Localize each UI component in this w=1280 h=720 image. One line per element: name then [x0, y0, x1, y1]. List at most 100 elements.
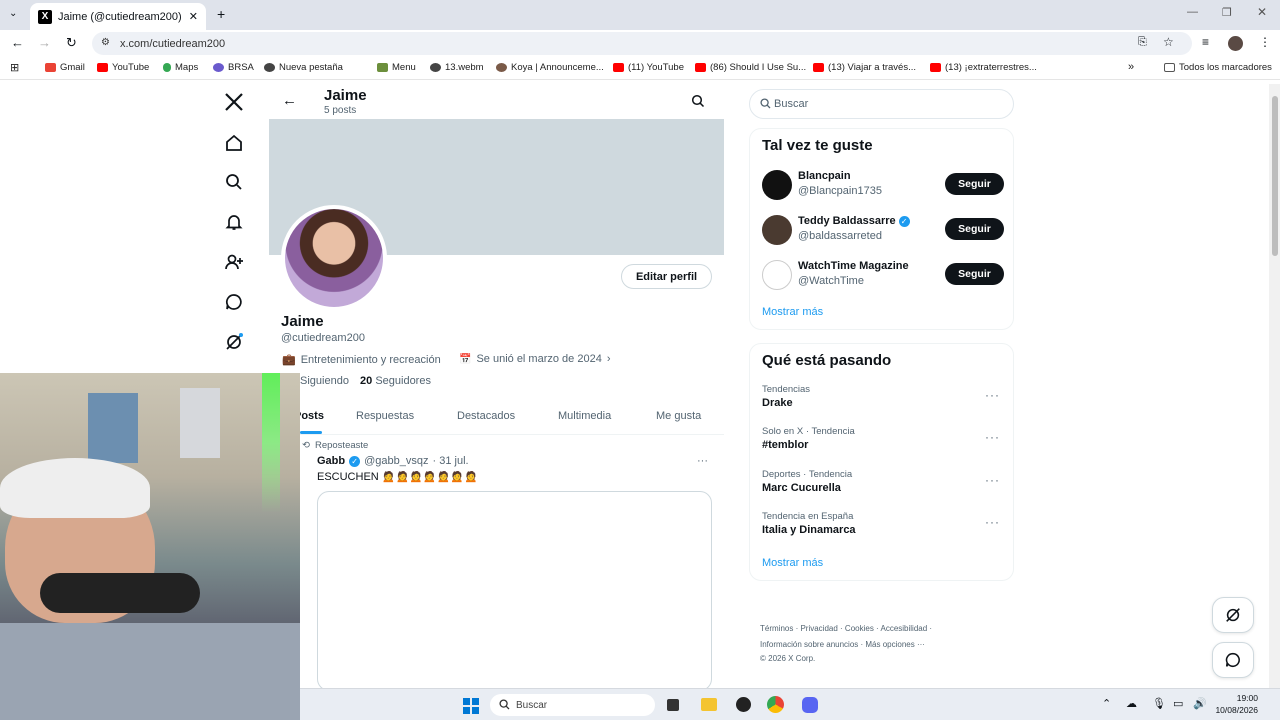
- scrollbar-thumb[interactable]: [1272, 96, 1278, 256]
- back-arrow-icon[interactable]: ←: [282, 92, 297, 109]
- folder-icon: [1164, 63, 1175, 72]
- messages-chat-icon[interactable]: [222, 290, 246, 314]
- suggestion-item[interactable]: Blancpain @Blancpain1735 Seguir: [762, 168, 1004, 202]
- followers-label: Seguidores: [375, 375, 431, 387]
- trend-item[interactable]: Tendencias Drake ···: [762, 384, 1004, 418]
- windows-start-icon[interactable]: [463, 698, 479, 714]
- bookmark-koya[interactable]: Koya | Announceme...: [496, 62, 604, 73]
- edit-profile-button[interactable]: Editar perfil: [621, 264, 712, 289]
- cloud-sync-icon[interactable]: ☁: [1126, 697, 1137, 710]
- webcam-poster: [88, 393, 138, 463]
- bookmarks-overflow-icon[interactable]: »: [1128, 61, 1134, 73]
- search-input[interactable]: Buscar: [749, 89, 1014, 119]
- app-icon[interactable]: [736, 697, 751, 712]
- bookmark-webm[interactable]: 13.webm: [430, 62, 484, 73]
- grok-icon[interactable]: [222, 330, 246, 354]
- explore-search-icon[interactable]: [222, 170, 246, 194]
- close-tab-icon[interactable]: ✕: [189, 10, 198, 23]
- messages-fab-button[interactable]: [1212, 642, 1254, 678]
- url-input[interactable]: ⚙ x.com/cutiedream200: [92, 32, 1192, 55]
- bookmark-youtube-86[interactable]: (86) Should I Use Su...: [695, 62, 806, 73]
- bookmark-youtube-13b[interactable]: (13) ¡extraterrestres...: [930, 62, 1037, 73]
- bookmark-youtube-13a[interactable]: (13) Viajar a través...: [813, 62, 916, 73]
- follow-add-user-icon[interactable]: [222, 250, 246, 274]
- taskbar-time[interactable]: 19:00: [1230, 693, 1258, 703]
- post-author[interactable]: Gabb: [317, 455, 345, 467]
- taskbar-date[interactable]: 10/08/2026: [1214, 705, 1258, 715]
- close-window-icon[interactable]: ✕: [1257, 5, 1267, 19]
- bookmark-gmail[interactable]: Gmail: [45, 62, 85, 73]
- task-view-icon[interactable]: [667, 699, 679, 711]
- forward-icon[interactable]: →: [38, 35, 51, 50]
- chrome-icon[interactable]: [767, 696, 784, 713]
- post-more-icon[interactable]: ···: [697, 455, 708, 467]
- microphone-icon[interactable]: 🎙: [1152, 697, 1166, 710]
- taskbar-search-input[interactable]: Buscar: [490, 694, 655, 716]
- media-icon[interactable]: ≡: [1202, 35, 1209, 49]
- suggestion-name-text: Blancpain: [798, 170, 851, 182]
- notifications-bell-icon[interactable]: [222, 210, 246, 234]
- suggestion-item[interactable]: Teddy Baldassarre ✓ @baldassarreted Segui…: [762, 213, 1004, 247]
- following-link[interactable]: Siguiendo: [300, 375, 349, 387]
- category-text: Entretenimiento y recreación: [300, 353, 441, 366]
- footer-links[interactable]: Términos · Privacidad · Cookies · Accesi…: [760, 624, 932, 633]
- bookmark-star-icon[interactable]: ☆: [1163, 35, 1174, 49]
- bookmark-youtube-11[interactable]: (11) YouTube: [613, 62, 684, 73]
- tab-media[interactable]: Multimedia: [558, 410, 611, 422]
- tab-search-icon[interactable]: ⌄: [9, 8, 17, 19]
- profile-avatar[interactable]: [281, 205, 387, 311]
- file-explorer-icon[interactable]: [701, 698, 717, 711]
- trend-more-icon[interactable]: ···: [985, 388, 1000, 402]
- browser-menu-icon[interactable]: ⋮: [1259, 35, 1271, 49]
- show-hidden-icons[interactable]: ⌃: [1102, 697, 1111, 710]
- show-more-trends-link[interactable]: Mostrar más: [762, 557, 823, 569]
- tab-replies[interactable]: Respuestas: [356, 410, 414, 422]
- back-icon[interactable]: ←: [11, 35, 24, 50]
- footer-links[interactable]: Información sobre anuncios · Más opcione…: [760, 640, 925, 649]
- post-handle[interactable]: @gabb_vsqz: [364, 455, 428, 467]
- network-icon[interactable]: ▭: [1173, 697, 1183, 710]
- profile-search-icon[interactable]: [691, 94, 705, 113]
- profile-avatar[interactable]: [1228, 36, 1243, 51]
- post-date[interactable]: · 31 jul.: [433, 455, 469, 467]
- home-icon[interactable]: [222, 131, 246, 155]
- volume-icon[interactable]: 🔊: [1193, 697, 1207, 710]
- follow-button[interactable]: Seguir: [945, 218, 1004, 240]
- new-tab-button[interactable]: +: [217, 6, 225, 22]
- browser-tab[interactable]: X Jaime (@cutiedream200) / X ✕: [30, 3, 206, 30]
- trend-item[interactable]: Tendencia en España Italia y Dinamarca ·…: [762, 511, 1004, 545]
- trend-item[interactable]: Deportes · Tendencia Marc Cucurella ···: [762, 469, 1004, 503]
- x-logo-icon[interactable]: [222, 90, 246, 114]
- follow-button[interactable]: Seguir: [945, 263, 1004, 285]
- followers-link[interactable]: 20 Seguidores: [360, 375, 431, 387]
- grok-fab-button[interactable]: [1212, 597, 1254, 633]
- tab-highlights[interactable]: Destacados: [457, 410, 515, 422]
- tab-likes[interactable]: Me gusta: [656, 410, 701, 422]
- trend-item[interactable]: Solo en X · Tendencia #temblor ···: [762, 426, 1004, 460]
- trend-more-icon[interactable]: ···: [985, 473, 1000, 487]
- maximize-icon[interactable]: ❐: [1222, 6, 1232, 19]
- discord-icon[interactable]: [802, 697, 818, 713]
- bookmark-brsa[interactable]: BRSA: [213, 62, 254, 73]
- trend-more-icon[interactable]: ···: [985, 430, 1000, 444]
- bookmark-maps[interactable]: Maps: [163, 62, 198, 73]
- suggestion-item[interactable]: WatchTime Magazine @WatchTime Seguir: [762, 258, 1004, 292]
- install-icon[interactable]: ⎘: [1138, 36, 1147, 49]
- trend-more-icon[interactable]: ···: [985, 515, 1000, 529]
- reload-icon[interactable]: ↻: [66, 35, 77, 51]
- post-media-card[interactable]: [317, 491, 712, 691]
- suggestion-name: WatchTime Magazine: [798, 260, 909, 272]
- page-scrollbar[interactable]: [1269, 84, 1280, 688]
- minimize-icon[interactable]: —: [1187, 6, 1198, 18]
- trend-topic: Marc Cucurella: [762, 482, 841, 494]
- show-more-suggestions-link[interactable]: Mostrar más: [762, 306, 823, 318]
- bookmark-youtube[interactable]: YouTube: [97, 62, 149, 73]
- all-bookmarks[interactable]: Todos los marcadores: [1164, 62, 1272, 73]
- follow-button[interactable]: Seguir: [945, 173, 1004, 195]
- apps-icon[interactable]: ⊞: [10, 61, 19, 74]
- trend-context: Tendencias: [762, 384, 811, 395]
- bookmark-new-tab[interactable]: Nueva pestaña: [264, 62, 343, 73]
- bookmark-label: (11) YouTube: [628, 62, 684, 73]
- bookmark-menu[interactable]: Menu: [377, 62, 416, 73]
- site-info-icon[interactable]: ⚙: [101, 37, 110, 48]
